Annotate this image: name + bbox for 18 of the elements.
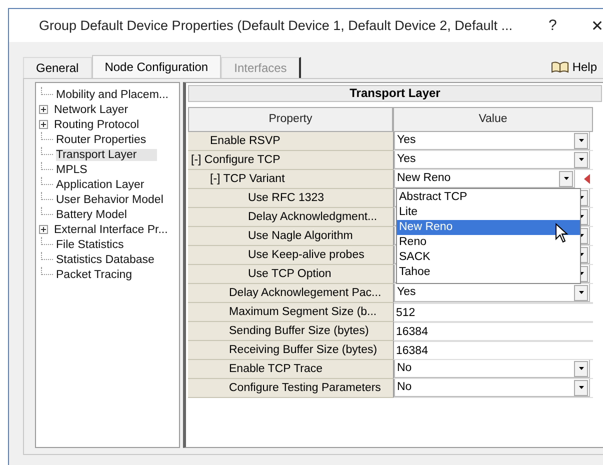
property-cell: Enable TCP Trace [188, 360, 393, 379]
property-cell: [-] TCP Variant [188, 170, 393, 189]
panel-title: Transport Layer [188, 85, 602, 102]
property-cell: Configure Testing Parameters [188, 379, 393, 398]
property-cell: Use Nagle Algorithm [188, 227, 393, 246]
property-cell: Receiving Buffer Size (bytes) [188, 341, 393, 360]
property-cell: Delay Acknowlegement Pac... [188, 284, 393, 303]
property-cell: Use Keep-alive probes [188, 246, 393, 265]
property-cell: Enable RSVP [188, 132, 393, 151]
property-cell: Sending Buffer Size (bytes) [188, 322, 393, 341]
column-header: Value [393, 107, 593, 132]
property-cell: Use TCP Option [188, 265, 393, 284]
property-cell: Use RFC 1323 [188, 189, 393, 208]
property-cell: Delay Acknowledgment... [188, 208, 393, 227]
property-cell: [-] Configure TCP [188, 151, 393, 170]
property-cell: Maximum Segment Size (b... [188, 303, 393, 322]
window-title: Group Default Device Properties (Default Device 1, Default Device 2, Default ... [39, 18, 512, 33]
column-header: Property [188, 107, 393, 132]
